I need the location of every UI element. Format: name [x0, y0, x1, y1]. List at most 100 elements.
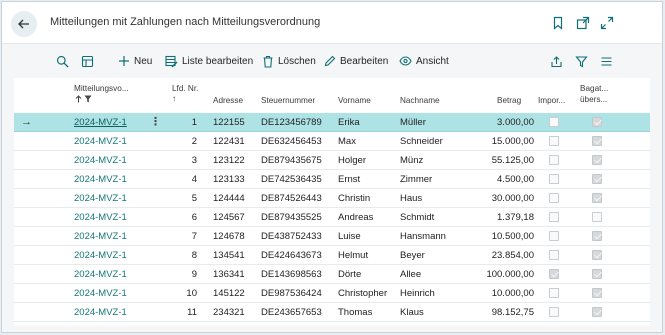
back-button[interactable] — [11, 11, 37, 37]
cell-mitteilung[interactable]: 2024-MVZ-1 — [74, 250, 127, 261]
search-button[interactable] — [56, 48, 69, 74]
cell-betrag: 30.000,00 — [491, 193, 534, 204]
bookmark-icon[interactable] — [551, 16, 565, 30]
table-row[interactable]: 2024-MVZ-1 9 136341 DE143698563 Dörte Allee 10… — [14, 265, 650, 284]
cell-steuernummer: DE243657653 — [261, 307, 322, 318]
bagatell-checkbox[interactable] — [592, 193, 602, 203]
column-header-bagatell[interactable]: Bagat... — [580, 84, 608, 93]
bagatell-checkbox[interactable] — [592, 307, 602, 317]
cell-adresse: 124444 — [213, 193, 245, 204]
delete-button[interactable]: Löschen — [262, 48, 316, 74]
column-header-lfd-sort: ↑ — [172, 94, 177, 103]
table-row[interactable]: 2024-MVZ-1 7 124678 DE438752433 Luise Hansman… — [14, 227, 650, 246]
column-header-steuernummer[interactable]: Steuernummer — [261, 96, 315, 105]
list-icon — [601, 56, 612, 66]
sort-filter-indicator[interactable] — [75, 95, 92, 105]
plus-icon — [119, 56, 129, 66]
bagatell-checkbox[interactable] — [592, 117, 602, 127]
column-header-vorname[interactable]: Vorname — [338, 96, 371, 105]
cell-steuernummer: DE143698563 — [261, 269, 322, 280]
cell-steuernummer: DE879435675 — [261, 155, 322, 166]
page-frame: Mitteilungen mit Zahlungen nach Mitteilu… — [1, 1, 663, 333]
column-header-import[interactable]: Impor... — [538, 96, 565, 105]
open-new-window-icon[interactable] — [576, 16, 590, 30]
cell-mitteilung[interactable]: 2024-MVZ-1 — [74, 174, 127, 185]
expand-icon[interactable] — [600, 16, 614, 30]
import-checkbox[interactable] — [549, 231, 559, 241]
table-row[interactable]: 2024-MVZ-1 6 124567 DE879435525 Andreas Schmi… — [14, 208, 650, 227]
eye-icon — [399, 56, 412, 66]
import-checkbox[interactable] — [549, 250, 559, 260]
import-checkbox[interactable] — [549, 155, 559, 165]
cell-betrag: 55.125,00 — [491, 155, 534, 166]
column-header-betrag[interactable]: Betrag — [497, 96, 521, 105]
cell-mitteilung[interactable]: 2024-MVZ-1 — [74, 269, 127, 280]
table-row[interactable]: 2024-MVZ-1 5 124444 DE874526443 Christin Haus… — [14, 189, 650, 208]
cell-lfd-nr: 3 — [191, 155, 197, 166]
cell-nachname: Klaus — [400, 307, 424, 318]
share-button[interactable] — [550, 48, 563, 74]
cell-betrag: 1.379,18 — [497, 212, 534, 223]
table-row[interactable]: → ⋮ 2024-MVZ-1 1 122155 DE123456789 Erika Mülle… — [14, 113, 650, 132]
filter-button[interactable] — [575, 48, 588, 74]
analysis-mode-button[interactable] — [81, 48, 94, 74]
cell-steuernummer: DE874526443 — [261, 193, 322, 204]
cell-vorname: Dörte — [338, 269, 362, 280]
import-checkbox[interactable] — [549, 212, 559, 222]
cell-steuernummer: DE438752433 — [261, 231, 322, 242]
cell-lfd-nr: 11 — [187, 307, 197, 318]
cell-nachname: Beyer — [400, 250, 425, 261]
cell-mitteilung[interactable]: 2024-MVZ-1 — [74, 136, 127, 147]
cell-adresse: 122155 — [213, 117, 245, 128]
cell-nachname: Haus — [400, 193, 423, 204]
table-row[interactable]: 2024-MVZ-1 11 234321 DE243657653 Thomas Klaus… — [14, 303, 650, 322]
cell-mitteilung[interactable]: 2024-MVZ-1 — [74, 193, 127, 204]
import-checkbox[interactable] — [549, 136, 559, 146]
cell-adresse: 136341 — [213, 269, 245, 280]
table-row[interactable]: 2024-MVZ-1 8 134541 DE424643673 Helmut Beyer 2… — [14, 246, 650, 265]
cell-vorname: Luise — [338, 231, 361, 242]
bagatell-checkbox[interactable] — [592, 212, 602, 222]
column-header-mitteilung[interactable]: Mitteilungsvo... — [74, 84, 129, 93]
bagatell-checkbox[interactable] — [592, 250, 602, 260]
bagatell-checkbox[interactable] — [592, 231, 602, 241]
bagatell-checkbox[interactable] — [592, 269, 602, 279]
table-row[interactable]: 2024-MVZ-1 3 123122 DE879435675 Holger Münz 55… — [14, 151, 650, 170]
table-row[interactable]: 2024-MVZ-1 4 123133 DE742536435 Ernst Zimmer 4… — [14, 170, 650, 189]
import-checkbox[interactable] — [549, 117, 559, 127]
import-checkbox[interactable] — [549, 288, 559, 298]
bagatell-checkbox[interactable] — [592, 136, 602, 146]
view-button[interactable]: Ansicht — [399, 48, 449, 74]
edit-button[interactable]: Bearbeiten — [324, 48, 388, 74]
import-checkbox[interactable] — [549, 193, 559, 203]
cell-steuernummer: DE123456789 — [261, 117, 322, 128]
row-actions-menu-icon[interactable]: ⋮ — [150, 115, 161, 128]
import-checkbox[interactable] — [549, 269, 559, 279]
cell-vorname: Max — [338, 136, 356, 147]
cell-mitteilung[interactable]: 2024-MVZ-1 — [74, 231, 127, 242]
cell-mitteilung[interactable]: 2024-MVZ-1 — [74, 155, 127, 166]
cell-vorname: Holger — [338, 155, 366, 166]
cell-mitteilung[interactable]: 2024-MVZ-1 — [74, 117, 127, 128]
edit-list-button[interactable]: Liste bearbeiten — [165, 48, 253, 74]
cell-mitteilung[interactable]: 2024-MVZ-1 — [74, 307, 127, 318]
column-header-adresse[interactable]: Adresse — [213, 96, 243, 105]
cell-mitteilung[interactable]: 2024-MVZ-1 — [74, 212, 127, 223]
cell-mitteilung[interactable]: 2024-MVZ-1 — [74, 288, 127, 299]
table-row[interactable]: 2024-MVZ-1 2 122431 DE632456453 Max Schneider… — [14, 132, 650, 151]
list-layout-button[interactable] — [600, 48, 613, 74]
bagatell-checkbox[interactable] — [592, 174, 602, 184]
bagatell-checkbox[interactable] — [592, 288, 602, 298]
import-checkbox[interactable] — [549, 174, 559, 184]
column-header-nachname[interactable]: Nachname — [400, 96, 440, 105]
cell-betrag: 4.500,00 — [497, 174, 534, 185]
new-button[interactable]: Neu — [118, 48, 152, 74]
table-row[interactable]: 2024-MVZ-1 10 145122 DE987536424 Christopher… — [14, 284, 650, 303]
column-header-lfd-nr[interactable]: Lfd. Nr. — [172, 84, 198, 93]
cell-vorname: Andreas — [338, 212, 374, 223]
cell-vorname: Christin — [338, 193, 371, 204]
import-checkbox[interactable] — [549, 307, 559, 317]
delete-button-label: Löschen — [278, 55, 316, 67]
search-icon — [56, 55, 69, 67]
bagatell-checkbox[interactable] — [592, 155, 602, 165]
